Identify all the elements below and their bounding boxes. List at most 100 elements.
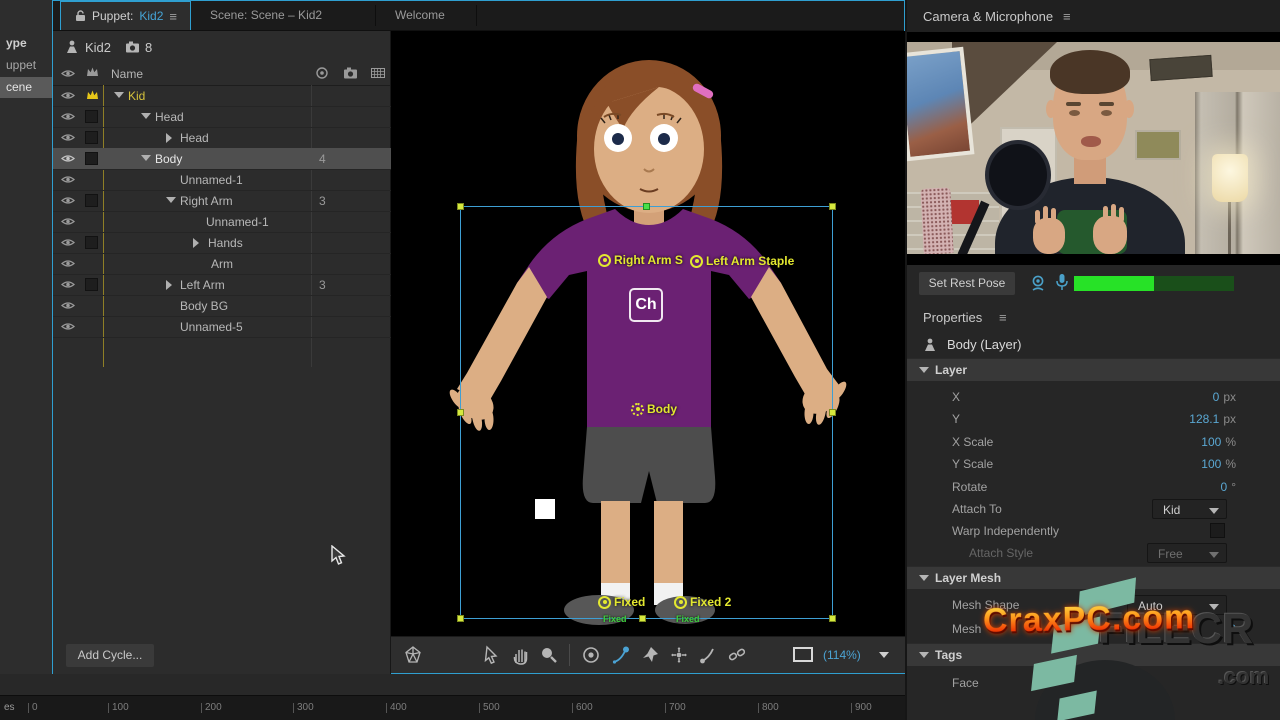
prop-row-y[interactable]: Y 128.1px — [907, 408, 1280, 430]
panel-menu-icon[interactable]: ≡ — [999, 310, 1007, 325]
layer-checkbox[interactable] — [85, 110, 98, 123]
view-options-icon[interactable] — [793, 647, 813, 662]
tab-puppet[interactable]: Puppet: Kid2 ≡ — [60, 1, 191, 30]
add-cycle-button[interactable]: Add Cycle... — [66, 644, 154, 667]
selection-handle-bottom-center[interactable] — [639, 615, 646, 622]
prop-row-x[interactable]: X 0px — [907, 386, 1280, 408]
hand-tool-icon[interactable] — [510, 645, 530, 665]
staple-handle-icon[interactable] — [690, 255, 703, 268]
prop-row-y-scale[interactable]: Y Scale 100% — [907, 453, 1280, 475]
handle-body[interactable]: Body — [631, 402, 677, 416]
eye-icon[interactable] — [61, 194, 75, 207]
set-rest-pose-button[interactable]: Set Rest Pose — [919, 272, 1015, 295]
staple-handle-icon[interactable] — [598, 254, 611, 267]
expand-arrow[interactable] — [114, 92, 124, 98]
layer-row-unnamed-1b[interactable]: Unnamed-1 — [53, 211, 391, 233]
handle-left-arm-staple[interactable]: Left Arm Staple — [690, 254, 794, 268]
show-mesh-icon[interactable] — [403, 645, 423, 665]
eye-icon[interactable] — [61, 236, 75, 249]
eye-icon[interactable] — [61, 131, 75, 144]
layer-row-kid[interactable]: Kid — [53, 85, 391, 107]
expand-arrow[interactable] — [166, 197, 176, 203]
eye-icon[interactable] — [61, 299, 75, 312]
dangle-tool-icon[interactable] — [727, 645, 747, 665]
prop-value[interactable]: 100 — [1201, 457, 1221, 471]
prop-value[interactable]: 0 — [1221, 480, 1228, 494]
tab-welcome[interactable]: Welcome — [381, 1, 459, 30]
selection-handle-bl[interactable] — [457, 615, 464, 622]
collapse-arrow[interactable] — [166, 133, 172, 143]
section-collapse-arrow[interactable] — [919, 652, 929, 658]
layer-row-head-2[interactable]: Head — [53, 127, 391, 149]
eye-icon[interactable] — [61, 110, 75, 123]
selection-handle-tl[interactable] — [457, 203, 464, 210]
layer-row-unnamed-5[interactable]: Unnamed-5 — [53, 316, 391, 338]
zoom-tool-icon[interactable] — [539, 645, 559, 665]
project-item-puppet[interactable]: uppet — [0, 55, 56, 76]
fixed-handle-icon[interactable] — [598, 596, 611, 609]
prop-row-rotate[interactable]: Rotate 0° — [907, 476, 1280, 498]
layer-row-body[interactable]: Body 4 — [53, 148, 391, 170]
origin-handle-square[interactable] — [535, 499, 555, 519]
layer-row-unnamed-1[interactable]: Unnamed-1 — [53, 169, 391, 191]
zoom-caret-icon[interactable] — [879, 652, 889, 658]
collapse-arrow[interactable] — [193, 238, 199, 248]
selection-handle-tr[interactable] — [829, 203, 836, 210]
timeline-ruler[interactable]: es 0 100 200 300 400 500 600 700 800 900 — [0, 695, 905, 720]
zoom-level[interactable]: (114%) — [823, 648, 861, 662]
layer-checkbox[interactable] — [85, 236, 98, 249]
crown-icon[interactable] — [86, 89, 99, 101]
handle-right-arm-staple[interactable]: Right Arm S — [598, 253, 683, 267]
panel-menu-icon[interactable]: ≡ — [1063, 9, 1071, 24]
record-column-icon[interactable] — [315, 66, 329, 80]
selection-handle-br[interactable] — [829, 615, 836, 622]
eye-icon[interactable] — [61, 320, 75, 333]
prop-row-attach-to[interactable]: Attach To Kid — [907, 498, 1280, 520]
panel-menu-icon[interactable]: ≡ — [169, 9, 177, 24]
layer-checkbox[interactable] — [85, 131, 98, 144]
project-item-scene[interactable]: cene — [0, 77, 56, 98]
puppet-viewport[interactable]: Right Arm S Left Arm Staple Body Fixed F… — [391, 31, 905, 636]
handle-fixed[interactable]: Fixed — [598, 595, 645, 609]
collapse-arrow[interactable] — [166, 280, 172, 290]
layer-checkbox[interactable] — [85, 152, 98, 165]
layer-row-arm[interactable]: Arm — [53, 253, 391, 275]
selection-handle-mr[interactable] — [829, 409, 836, 416]
section-layer[interactable]: Layer — [907, 358, 1280, 381]
transform-pin-tool-icon[interactable] — [669, 645, 689, 665]
warp-independently-checkbox[interactable] — [1210, 523, 1225, 538]
webcam-icon[interactable] — [1029, 274, 1047, 292]
layer-row-hands[interactable]: Hands — [53, 232, 391, 254]
eye-icon[interactable] — [61, 152, 75, 165]
attach-to-dropdown[interactable]: Kid — [1152, 499, 1227, 519]
prop-value[interactable]: 0 — [1213, 390, 1220, 404]
loose-handle-icon[interactable] — [631, 403, 644, 416]
section-layer-mesh[interactable]: Layer Mesh — [907, 566, 1280, 589]
prop-row-x-scale[interactable]: X Scale 100% — [907, 431, 1280, 453]
eye-icon[interactable] — [61, 89, 75, 102]
tab-scene[interactable]: Scene: Scene – Kid2 — [196, 1, 336, 30]
layer-row-left-arm[interactable]: Left Arm 3 — [53, 274, 391, 296]
grid-column-icon[interactable] — [371, 68, 385, 78]
expand-arrow[interactable] — [141, 113, 151, 119]
dragger-tool-icon[interactable] — [611, 645, 631, 665]
layer-row-head[interactable]: Head — [53, 106, 391, 128]
eye-icon[interactable] — [61, 257, 75, 270]
selection-handle-ml[interactable] — [457, 409, 464, 416]
section-collapse-arrow[interactable] — [919, 367, 929, 373]
prop-value[interactable]: 128.1 — [1189, 412, 1219, 426]
eye-icon[interactable] — [61, 278, 75, 291]
camera-column-icon[interactable] — [343, 67, 358, 79]
layer-row-right-arm[interactable]: Right Arm 3 — [53, 190, 391, 212]
microphone-icon[interactable] — [1055, 273, 1069, 292]
prop-row-warp-independently[interactable]: Warp Independently — [907, 520, 1280, 542]
layer-checkbox[interactable] — [85, 278, 98, 291]
eye-icon[interactable] — [61, 173, 75, 186]
eye-icon[interactable] — [61, 215, 75, 228]
stick-tool-icon[interactable] — [698, 645, 718, 665]
cursor-tool-icon[interactable] — [481, 645, 501, 665]
pin-tool-icon[interactable] — [640, 645, 660, 665]
layer-row-body-bg[interactable]: Body BG — [53, 295, 391, 317]
record-takes-icon[interactable] — [581, 645, 601, 665]
handle-fixed-2[interactable]: Fixed 2 — [674, 595, 731, 609]
